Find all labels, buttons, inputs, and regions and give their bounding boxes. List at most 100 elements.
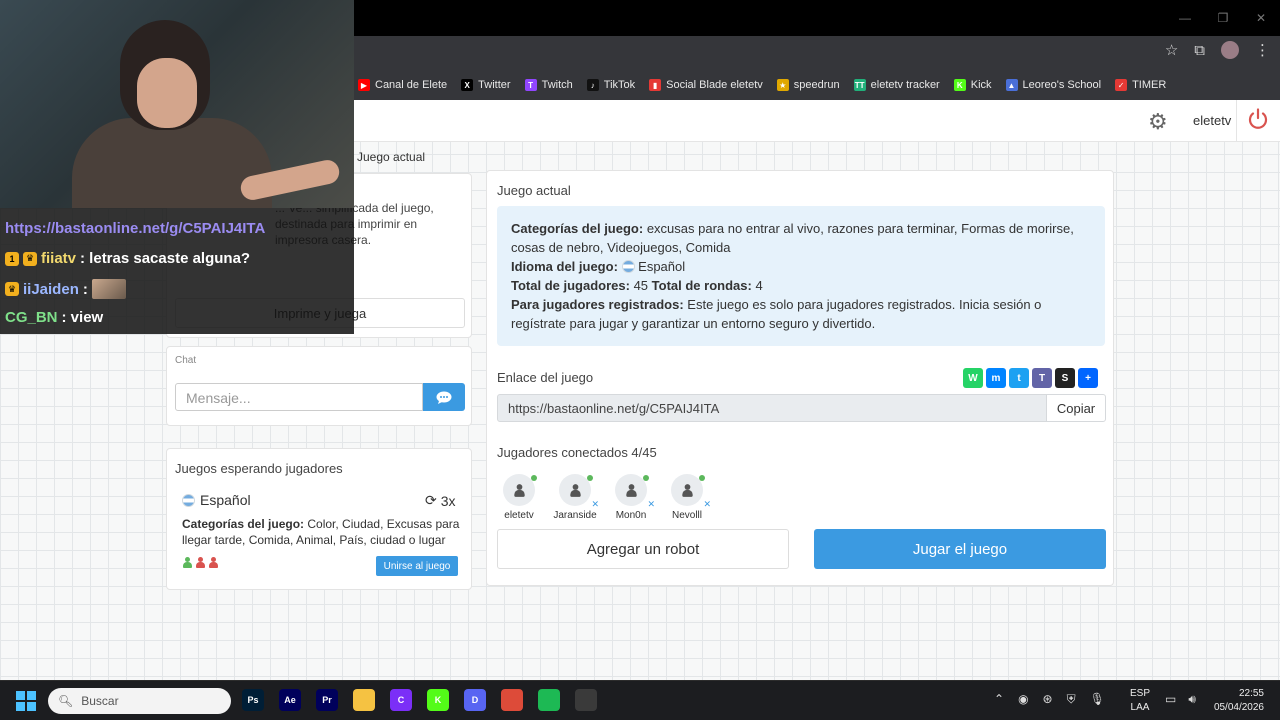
bookmark-label: Social Blade eletetv xyxy=(666,79,763,91)
spotify-icon[interactable] xyxy=(538,689,560,711)
security-tray-icon[interactable]: ⛨ xyxy=(1067,692,1076,707)
bookmark-item[interactable]: ✓ TIMER xyxy=(1115,79,1166,91)
close-icon[interactable]: ✕ xyxy=(1242,0,1280,36)
game-link-input[interactable]: https://bastaonline.net/g/C5PAIJ4ITA xyxy=(497,394,1047,422)
registered-label: Para jugadores registrados: xyxy=(511,297,684,312)
taskbar-search[interactable]: 🔍︎ Buscar xyxy=(48,688,231,714)
chat-emote-image xyxy=(91,279,126,299)
volume-icon[interactable]: 🔊︎ xyxy=(1188,692,1196,707)
bookmark-star-icon[interactable]: ☆ xyxy=(1165,41,1178,59)
kick-app-icon[interactable]: K xyxy=(427,689,449,711)
waiting-rounds-value: 3x xyxy=(440,492,456,509)
user-icon xyxy=(681,483,694,497)
bookmark-item[interactable]: ★ speedrun xyxy=(776,79,840,91)
minimize-icon[interactable]: — xyxy=(1166,0,1204,36)
twitter-icon[interactable]: t xyxy=(1009,368,1029,388)
bookmark-item[interactable]: ♪ TikTok xyxy=(586,79,635,91)
username-link[interactable]: eletetv xyxy=(1193,113,1231,128)
menu-kebab-icon[interactable]: ⋮ xyxy=(1255,41,1270,59)
profile-avatar[interactable] xyxy=(1221,41,1239,59)
power-icon[interactable] xyxy=(1246,107,1270,131)
taskbar-clock[interactable]: 22:55 05/04/2026 xyxy=(1210,687,1264,715)
kick-player-icon[interactable]: ✕ xyxy=(591,499,599,510)
game-categories-row: Categorías del juego: excusas para no en… xyxy=(511,219,1091,257)
game-language-row: Idioma del juego: Español xyxy=(511,257,1091,276)
join-game-button[interactable]: Unirse al juego xyxy=(376,556,458,576)
bookmark-item[interactable]: TT eletetv tracker xyxy=(853,79,940,91)
connected-players-label: Jugadores conectados 4/45 xyxy=(497,445,657,460)
player-slot-icon xyxy=(182,557,193,568)
snapchat-icon[interactable]: S xyxy=(1055,368,1075,388)
game-info-box: Categorías del juego: excusas para no en… xyxy=(497,206,1105,346)
kick-player-icon[interactable]: ✕ xyxy=(647,499,655,510)
waiting-game-categories: Categorías del juego: Color, Ciudad, Exc… xyxy=(182,516,462,548)
online-status-dot xyxy=(643,475,649,481)
extensions-icon[interactable]: ⧉ xyxy=(1194,42,1205,59)
search-icon: 🔍︎ xyxy=(58,694,74,708)
current-game-title: Juego actual xyxy=(497,183,571,198)
chat-card: Chat Mensaje... xyxy=(166,346,472,426)
kick-player-icon[interactable]: ✕ xyxy=(703,499,711,510)
twitch-icon: T xyxy=(524,79,537,91)
obs-icon[interactable] xyxy=(575,689,597,711)
windows-taskbar: 🔍︎ Buscar Ps Ae Pr C K D ⌃ ◉ ⊛ ⛨ 🎙︎ ESP LAA ▭… xyxy=(0,680,1280,720)
tiktok-icon: ♪ xyxy=(586,79,599,91)
gear-icon[interactable]: ⚙ xyxy=(1148,109,1168,135)
player-slot-icon xyxy=(195,557,206,568)
stream-chat-message: ♛ iiJaiden : xyxy=(5,279,126,299)
clock-time: 22:55 xyxy=(1238,688,1264,699)
maximize-icon[interactable]: ❐ xyxy=(1204,0,1242,36)
photoshop-icon[interactable]: Ps xyxy=(242,689,264,711)
file-explorer-icon[interactable] xyxy=(353,689,375,711)
player-name: Nevolll xyxy=(671,510,702,521)
share-plus-icon[interactable]: + xyxy=(1078,368,1098,388)
bookmark-label: Kick xyxy=(970,79,992,91)
argentina-flag-icon xyxy=(182,493,195,507)
taskbar-apps: Ps Ae Pr C K D xyxy=(242,689,597,711)
bookmark-item[interactable]: ▮ Social Blade eletetv xyxy=(649,79,763,91)
messenger-icon[interactable]: m xyxy=(986,368,1006,388)
waiting-player-slots xyxy=(182,557,219,568)
add-robot-button[interactable]: Agregar un robot xyxy=(497,529,789,569)
discord-icon[interactable]: D xyxy=(464,689,486,711)
chat-text: : view xyxy=(61,309,104,326)
discord-tray-icon[interactable]: ◉ xyxy=(1018,692,1028,707)
premiere-icon[interactable]: Pr xyxy=(316,689,338,711)
input-language-indicator[interactable]: ESP LAA xyxy=(1130,687,1150,715)
registered-players-row: Para jugadores registrados: Este juego e… xyxy=(511,295,1091,333)
player-slot-icon xyxy=(208,557,219,568)
after-effects-icon[interactable]: Ae xyxy=(279,689,301,711)
bookmark-item[interactable]: ▶ Canal de Elete xyxy=(358,79,447,91)
teams-icon[interactable]: T xyxy=(1032,368,1052,388)
bookmark-label: Canal de Elete xyxy=(375,79,448,91)
bookmark-item[interactable]: ▲ Leoreo's School xyxy=(1005,79,1101,91)
windows-start-icon[interactable] xyxy=(16,691,36,711)
steam-tray-icon[interactable]: ⊛ xyxy=(1043,692,1053,707)
connected-player: ✕ Nevolll xyxy=(665,474,711,521)
rounds-cycle-icon: ⟳ xyxy=(425,492,437,508)
bookmark-item[interactable]: X Twitter xyxy=(461,79,511,91)
bookmark-item[interactable]: T Twitch xyxy=(524,79,573,91)
x-icon: X xyxy=(461,79,474,91)
chevron-up-icon[interactable]: ⌃ xyxy=(994,692,1004,707)
stream-chat-message: 1 ♛ fiiatv : letras sacaste alguna? xyxy=(5,250,250,267)
kick-icon: K xyxy=(953,79,966,91)
network-icon[interactable]: ▭ xyxy=(1165,692,1176,707)
game-categories-label: Categorías del juego: xyxy=(511,221,644,236)
whatsapp-icon[interactable]: W xyxy=(963,368,983,388)
connected-player: ✕ Jaranside xyxy=(553,474,599,521)
microphone-icon[interactable]: 🎙︎ xyxy=(1090,692,1105,707)
chat-text: : letras sacaste alguna? xyxy=(80,250,251,267)
waiting-game-rounds: ⟳ 3x xyxy=(425,492,456,509)
chrome-icon[interactable] xyxy=(501,689,523,711)
play-game-button[interactable]: Jugar el juego xyxy=(814,529,1106,569)
chat-send-button[interactable] xyxy=(423,383,465,411)
bookmark-item[interactable]: K Kick xyxy=(953,79,992,91)
chat-message-input[interactable]: Mensaje... xyxy=(175,383,423,411)
copy-link-button[interactable]: Copiar xyxy=(1046,394,1106,422)
online-status-dot xyxy=(699,475,705,481)
game-language-label: Idioma del juego: xyxy=(511,259,618,274)
bookmark-label: Twitter xyxy=(478,79,511,91)
app-c-icon[interactable]: C xyxy=(390,689,412,711)
breadcrumb: Juego actual xyxy=(357,150,426,164)
